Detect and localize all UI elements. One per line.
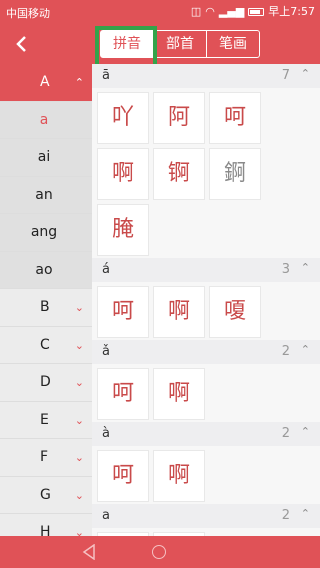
back-button[interactable] (10, 32, 34, 56)
sidebar-item-ai[interactable]: ai (0, 139, 92, 177)
sidebar-item-label: E (40, 411, 49, 428)
chevron-up-icon: ⌃ (74, 76, 84, 89)
tab-radical[interactable]: 部首 (153, 31, 206, 57)
char-grid: 呵啊 (92, 364, 320, 422)
sidebar-item-label: F (40, 449, 49, 465)
section-header[interactable]: à 2 ⌃ (92, 422, 320, 446)
sidebar-item-A[interactable]: A ⌃ (0, 64, 92, 102)
chevron-down-icon: ⌄ (74, 301, 84, 314)
signal-icon: ▂▄▆ (218, 5, 245, 18)
sidebar-item-label: H (40, 524, 51, 536)
sidebar-item-G[interactable]: G ⌄ (0, 477, 92, 514)
section-pinyin: à (102, 426, 110, 441)
sidebar-item-B[interactable]: B ⌄ (0, 289, 92, 327)
sidebar-item-E[interactable]: E ⌄ (0, 402, 92, 439)
chevron-up-icon[interactable]: ⌃ (301, 67, 310, 80)
char-cell[interactable]: 呵 (97, 450, 149, 502)
char-grid: 呵啊嗄 (92, 282, 320, 340)
sidebar-item-D[interactable]: D ⌄ (0, 364, 92, 402)
chevron-up-icon[interactable]: ⌃ (301, 507, 310, 520)
char-cell[interactable]: 啊 (97, 148, 149, 200)
chevron-down-icon: ⌄ (74, 338, 84, 352)
char-cell[interactable]: 啊 (153, 286, 205, 338)
char-grid: 吖阿呵啊锕錒腌 (92, 88, 320, 258)
chevron-down-icon: ⌄ (74, 376, 84, 389)
section-pinyin: á (102, 262, 110, 277)
section-count: 7 (281, 68, 290, 83)
sidebar-item-label: ang (30, 224, 58, 240)
char-cell[interactable]: 锕 (153, 148, 205, 200)
nav-bar (0, 536, 320, 568)
nav-home-icon[interactable] (152, 545, 166, 559)
char-cell[interactable]: 阿 (153, 92, 205, 144)
sidebar-item-label: an (35, 186, 53, 203)
section-pinyin: ǎ (102, 344, 110, 359)
chevron-up-icon[interactable]: ⌃ (301, 261, 310, 274)
section-header[interactable]: á 3 ⌃ (92, 258, 320, 282)
nav-back-icon[interactable] (82, 544, 96, 560)
chevron-down-icon: ⌄ (74, 451, 84, 464)
char-cell[interactable]: 錒 (209, 148, 261, 200)
status-bar: 中国移动 ◫ ◠ ▂▄▆ 早上7:57 (0, 0, 320, 24)
sidebar-item-label: C (40, 336, 50, 353)
sidebar-item-label: B (40, 299, 50, 315)
tab-stroke[interactable]: 笔画 (206, 31, 259, 57)
tab-group: 拼音 部首 笔画 (100, 30, 260, 58)
vibrate-icon: ◫ (190, 5, 202, 18)
sidebar-item-label: A (40, 74, 50, 90)
char-cell[interactable]: 啊 (153, 368, 205, 420)
sidebar-item-label: ao (35, 261, 53, 278)
sidebar-item-ang[interactable]: ang (0, 214, 92, 252)
header: 拼音 部首 笔画 (0, 24, 320, 64)
chevron-left-icon (16, 36, 26, 52)
char-grid: 呵啊 (92, 446, 320, 504)
section-header[interactable]: ǎ 2 ⌃ (92, 340, 320, 364)
section-count: 2 (281, 426, 290, 441)
sidebar-item-label: ai (37, 149, 51, 165)
sidebar-item-label: a (39, 111, 49, 128)
section-count: 3 (281, 262, 290, 277)
char-cell[interactable]: 啊 (153, 450, 205, 502)
char-cell[interactable]: 呵 (97, 368, 149, 420)
tab-pinyin[interactable]: 拼音 (101, 31, 153, 57)
chevron-down-icon: ⌄ (74, 488, 84, 502)
section-count: 2 (281, 508, 290, 523)
sidebar: A ⌃ a ai an ang ao B ⌄ C ⌄ D ⌄ E ⌄ F ⌄ G ⌄ H ⌄ (0, 64, 92, 536)
section-pinyin: ā (102, 68, 110, 83)
section-pinyin: a (102, 508, 110, 523)
char-cell[interactable]: 吖 (97, 92, 149, 144)
char-cell[interactable]: 呵 (97, 286, 149, 338)
status-icons: ◫ ◠ ▂▄▆ 早上7:57 (191, 5, 315, 18)
chevron-down-icon: ⌄ (74, 526, 84, 536)
chevron-up-icon[interactable]: ⌃ (301, 343, 310, 356)
section-count: 2 (281, 344, 290, 359)
chevron-down-icon: ⌄ (74, 413, 84, 427)
sidebar-item-label: G (40, 486, 51, 503)
char-cell[interactable]: 腌 (97, 204, 149, 256)
wifi-icon: ◠ (205, 5, 215, 18)
sidebar-item-F[interactable]: F ⌄ (0, 439, 92, 477)
sidebar-item-label: D (40, 374, 51, 390)
char-cell[interactable]: 嗄 (209, 286, 261, 338)
battery-icon (248, 7, 265, 16)
char-cell[interactable]: 呵 (209, 92, 261, 144)
sidebar-item-ao[interactable]: ao (0, 251, 92, 289)
sidebar-item-C[interactable]: C ⌄ (0, 327, 92, 364)
time-label: 早上7:57 (268, 5, 315, 18)
carrier-label: 中国移动 (6, 7, 50, 20)
section-header[interactable]: a 2 ⌃ (92, 504, 320, 528)
sidebar-item-an[interactable]: an (0, 176, 92, 214)
section-header[interactable]: ā 7 ⌃ (92, 64, 320, 88)
sidebar-item-a[interactable]: a (0, 101, 92, 139)
sidebar-item-H[interactable]: H ⌄ (0, 514, 92, 536)
char-grid: 呵啊 (92, 528, 320, 536)
chevron-up-icon[interactable]: ⌃ (301, 425, 310, 438)
content-list: ā7⌃吖阿呵啊锕錒腌á3⌃呵啊嗄ǎ2⌃呵啊à2⌃呵啊a2⌃呵啊 (92, 64, 320, 536)
